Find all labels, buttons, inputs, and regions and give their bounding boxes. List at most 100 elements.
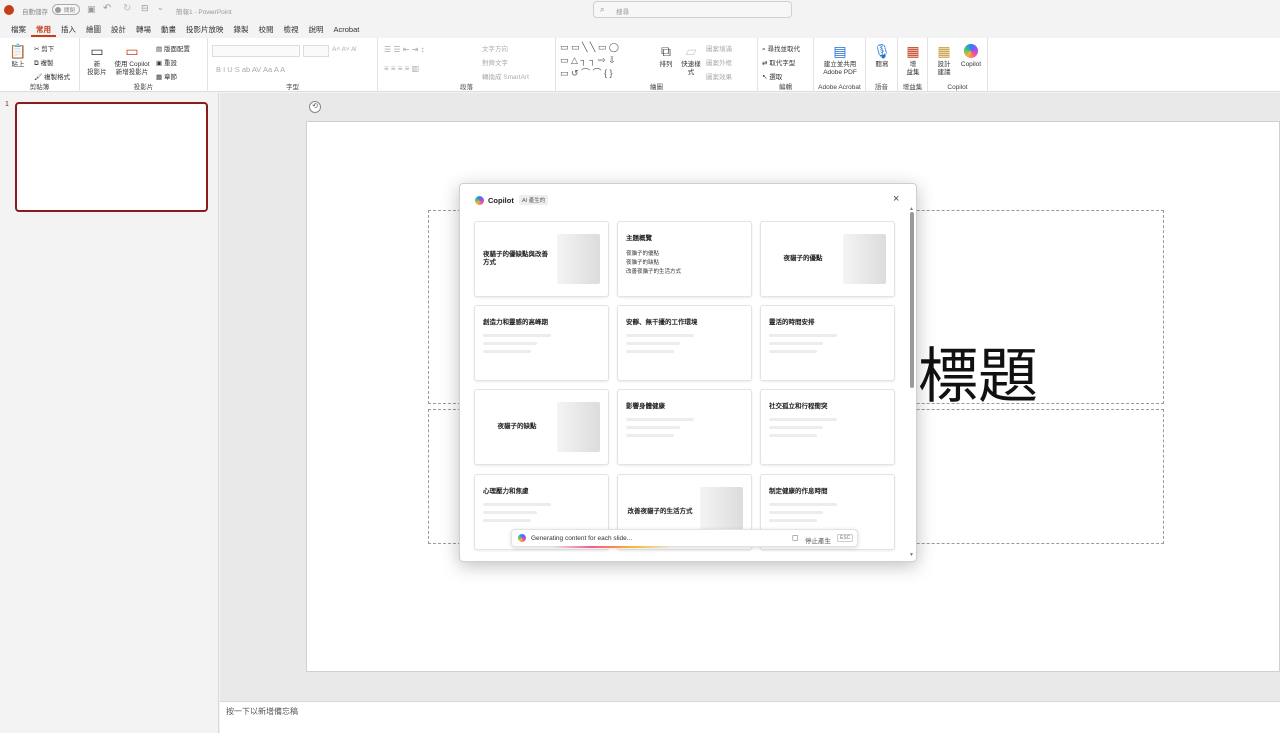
loading-line bbox=[769, 426, 823, 429]
font-name-select[interactable] bbox=[212, 45, 300, 57]
copy-button[interactable]: ⧉ 複製 bbox=[34, 57, 53, 68]
dictate-button[interactable]: 🎙 聽寫 bbox=[870, 42, 894, 69]
tab-review[interactable]: 校閱 bbox=[254, 23, 279, 37]
loading-line bbox=[626, 418, 694, 421]
text-direction-button[interactable]: 文字方向 bbox=[482, 43, 508, 53]
group-editing-label: 編輯 bbox=[779, 84, 792, 91]
loading-line bbox=[626, 350, 674, 353]
copy-label: 複製 bbox=[40, 60, 54, 67]
outline-bullet: 夜貓子的缺點 bbox=[626, 260, 660, 266]
layout-button[interactable]: ▤ 版面配置 bbox=[156, 43, 190, 53]
scrollbar[interactable] bbox=[910, 212, 914, 388]
undo-icon[interactable]: ↶ bbox=[103, 3, 111, 14]
shapes-gallery[interactable]: ▭ ▭ ╲ ╲ ▭ ◯ ▭ △ ┐ ┐ ⇨ ⇩ ▭ ↺ ⌒ ⌒ { } bbox=[560, 41, 650, 81]
tab-animations[interactable]: 動畫 bbox=[156, 23, 181, 37]
replace-button[interactable]: ⇄ 取代字型 bbox=[762, 57, 795, 67]
customize-qat-icon[interactable]: ⌄ bbox=[157, 3, 164, 12]
section-button[interactable]: ▦ 章節 bbox=[156, 71, 177, 81]
toggle-knob-icon bbox=[55, 7, 61, 13]
select-button[interactable]: ↖ 選取 bbox=[762, 71, 782, 81]
outline-card-title: 靈活的時間安排 bbox=[769, 319, 815, 326]
find-button[interactable]: ⌕ 尋找並取代 bbox=[762, 43, 800, 54]
tab-help[interactable]: 說明 bbox=[304, 23, 329, 37]
smartart-button[interactable]: 轉換成 SmartArt bbox=[482, 71, 529, 81]
outline-card-title: 夜貓子的缺點 bbox=[497, 423, 537, 430]
tab-home[interactable]: 常用 bbox=[31, 23, 56, 37]
loading-line bbox=[769, 519, 817, 522]
autosave-toggle[interactable]: 關閉 bbox=[52, 4, 80, 15]
tab-acrobat[interactable]: Acrobat bbox=[329, 23, 365, 37]
search-box[interactable]: ⌕ 搜尋 bbox=[593, 1, 792, 18]
outline-card-title: 安靜、無干擾的工作環境 bbox=[626, 319, 698, 326]
paste-button[interactable]: 📋 貼上 bbox=[6, 42, 30, 69]
microphone-icon: 🎙 bbox=[873, 43, 891, 59]
arrange-button[interactable]: ⧉ 排列 bbox=[655, 42, 677, 69]
slide-thumbnail[interactable] bbox=[15, 102, 208, 212]
outline-card[interactable]: 靈活的時間安排 bbox=[760, 305, 895, 381]
group-voice-label: 語音 bbox=[875, 84, 888, 91]
thumbnail-number: 1 bbox=[5, 101, 9, 108]
close-icon[interactable]: × bbox=[893, 193, 899, 205]
group-paragraph: ☰ ☰ ⇤ ⇥ ↕ ≡ ≡ ≡ ≡ ▥ 文字方向 對齊文字 轉換成 SmartA… bbox=[378, 38, 556, 92]
new-slide-button[interactable]: ▭ 新 投影片 bbox=[84, 42, 110, 77]
notes-pane[interactable]: 按一下以新增備忘稿 bbox=[220, 701, 1280, 733]
tab-draw[interactable]: 繪圖 bbox=[81, 23, 106, 37]
outline-card[interactable]: 夜貓子的優缺點與改善方式 bbox=[474, 221, 609, 297]
align-text-button[interactable]: 對齊文字 bbox=[482, 57, 508, 67]
arrange-icon: ⧉ bbox=[661, 43, 671, 59]
font-size-buttons[interactable]: A˄ A˅ A̸ bbox=[332, 46, 356, 53]
tab-design[interactable]: 設計 bbox=[106, 23, 131, 37]
redo-icon[interactable]: ↻ bbox=[123, 3, 131, 14]
format-painter-button[interactable]: 🖌 複製格式 bbox=[34, 71, 70, 81]
quick-styles-button[interactable]: ▱ 快速樣式 bbox=[679, 42, 703, 77]
scroll-down-icon[interactable]: ▼ bbox=[909, 552, 914, 558]
copilot-button[interactable]: Copilot bbox=[956, 42, 986, 69]
generation-status-bar: Generating content for each slide... ◻ 停… bbox=[511, 529, 858, 548]
cut-button[interactable]: ✂ 剪下 bbox=[34, 43, 54, 53]
copilot-logo-icon bbox=[475, 196, 484, 205]
copilot-status-icon bbox=[518, 534, 526, 542]
reset-label: 重設 bbox=[163, 60, 177, 67]
outline-card[interactable]: 主題概覽 夜貓子的優點 夜貓子的缺點 改善夜貓子的生活方式 bbox=[617, 221, 752, 297]
ai-generated-badge: AI 產生的 bbox=[519, 195, 549, 205]
scroll-up-icon[interactable]: ▲ bbox=[909, 206, 914, 212]
outline-card-title: 制定健康的作息時間 bbox=[769, 488, 828, 495]
font-size-select[interactable] bbox=[303, 45, 329, 57]
quick-styles-icon: ▱ bbox=[685, 43, 697, 59]
group-drawing-label: 繪圖 bbox=[650, 84, 663, 91]
present-icon[interactable]: ⊟ bbox=[141, 3, 149, 14]
designer-button[interactable]: ▦ 設計 建議 bbox=[931, 42, 957, 77]
list-buttons[interactable]: ☰ ☰ ⇤ ⇥ ↕ bbox=[384, 45, 425, 54]
loading-line bbox=[769, 342, 823, 345]
addins-button[interactable]: ▦ 增 益集 bbox=[901, 42, 925, 77]
create-pdf-button[interactable]: ▤ 建立並共用 Adobe PDF bbox=[816, 42, 864, 77]
tab-file[interactable]: 檔案 bbox=[6, 23, 31, 37]
loading-line bbox=[483, 503, 551, 506]
outline-card[interactable]: 夜貓子的優點 bbox=[760, 221, 895, 297]
outline-card-title: 主題概覽 bbox=[626, 235, 652, 242]
designer-label: 設計 建議 bbox=[937, 61, 951, 76]
outline-card-title: 夜貓子的優點 bbox=[783, 255, 823, 262]
designer-pin-icon[interactable]: ⟲ bbox=[309, 101, 321, 113]
outline-card[interactable]: 夜貓子的缺點 bbox=[474, 389, 609, 465]
outline-card[interactable]: 安靜、無干擾的工作環境 bbox=[617, 305, 752, 381]
tab-insert[interactable]: 插入 bbox=[56, 23, 81, 37]
loading-line bbox=[483, 511, 537, 514]
shape-effects-button[interactable]: 圖案效果 bbox=[706, 71, 732, 81]
tab-view[interactable]: 檢視 bbox=[279, 23, 304, 37]
shape-fill-button[interactable]: 圖案填滿 bbox=[706, 43, 732, 53]
tab-record[interactable]: 錄製 bbox=[229, 23, 254, 37]
outline-card[interactable]: 影響身體健康 bbox=[617, 389, 752, 465]
tab-slideshow[interactable]: 投影片放映 bbox=[181, 23, 229, 37]
outline-card[interactable]: 社交孤立和行程衝突 bbox=[760, 389, 895, 465]
tab-transitions[interactable]: 轉場 bbox=[131, 23, 156, 37]
copilot-new-slide-button[interactable]: ▭ 使用 Copilot 新增投影片 bbox=[112, 42, 152, 77]
stop-generating-button[interactable]: 停止產生 bbox=[805, 535, 831, 545]
font-style-buttons[interactable]: B I U S ab AV Aa A A bbox=[216, 65, 285, 74]
save-icon[interactable]: ▣ bbox=[87, 4, 96, 15]
shape-outline-button[interactable]: 圖案外框 bbox=[706, 57, 732, 67]
alignment-buttons[interactable]: ≡ ≡ ≡ ≡ ▥ bbox=[384, 64, 419, 73]
reset-button[interactable]: ▣ 重設 bbox=[156, 57, 177, 67]
outline-card[interactable]: 創造力和靈感的高峰期 bbox=[474, 305, 609, 381]
clipboard-icon: 📋 bbox=[9, 43, 27, 59]
